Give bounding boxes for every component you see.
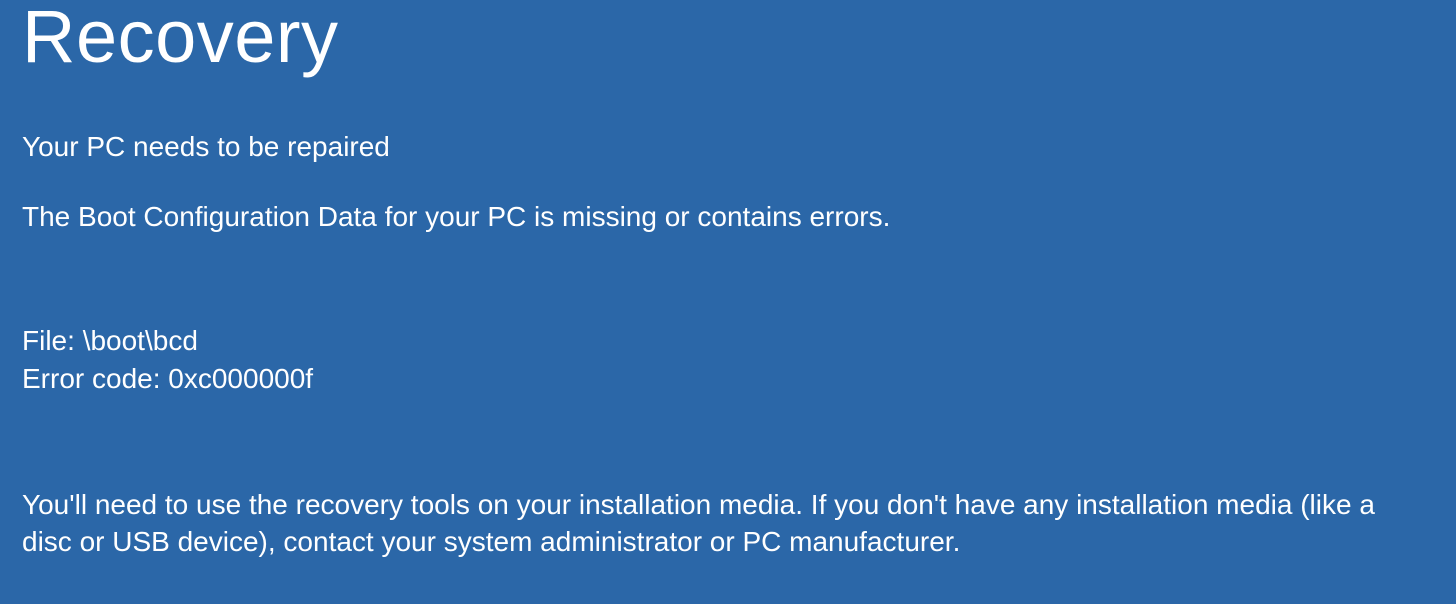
error-code-label: Error code: — [22, 363, 168, 394]
error-code-value: 0xc000000f — [168, 363, 313, 394]
recovery-subtitle: Your PC needs to be repaired — [22, 131, 1434, 163]
file-path: \boot\bcd — [83, 325, 198, 356]
error-code-info: Error code: 0xc000000f — [22, 363, 1434, 395]
recovery-instructions: You'll need to use the recovery tools on… — [22, 487, 1422, 560]
recovery-title: Recovery — [22, 0, 1434, 77]
file-label: File: — [22, 325, 83, 356]
file-info: File: \boot\bcd — [22, 325, 1434, 357]
error-description: The Boot Configuration Data for your PC … — [22, 201, 1434, 233]
